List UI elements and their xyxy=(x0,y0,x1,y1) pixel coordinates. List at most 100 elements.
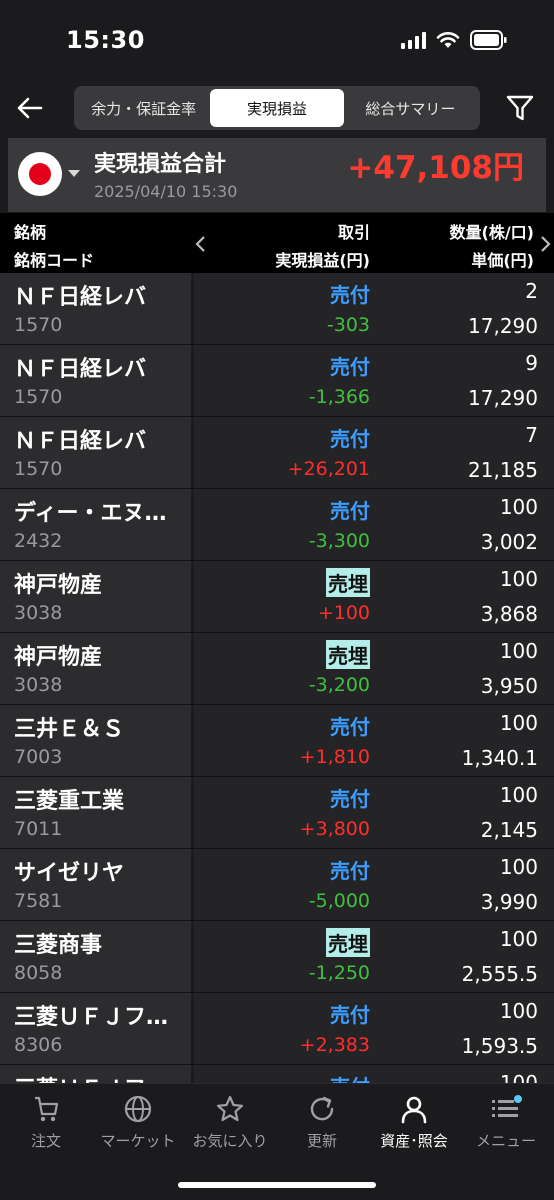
realized-pl-list: ＮＦ日経レバ 1570 売付 -303 2 17,290 ＮＦ日経レバ 1570 売付 -1,36… xyxy=(0,273,554,1083)
table-row[interactable]: 三菱重工業 7011 売付 +3,800 100 2,145 xyxy=(0,777,554,849)
tab-refresh[interactable]: 更新 xyxy=(276,1094,368,1151)
tab-label: マーケット xyxy=(100,1132,176,1150)
trade-type: 売付 xyxy=(330,355,370,379)
unit-price: 17,290 xyxy=(468,314,538,338)
trade-type: 売付 xyxy=(330,787,370,811)
cart-icon xyxy=(35,1096,59,1122)
stock-name: 三菱ＵＦＪフ… xyxy=(14,1071,168,1083)
table-row[interactable]: 三菱ＵＦＪフ… 8306 売付 +2,383 100 1,593.5 xyxy=(0,993,554,1065)
segmented-control: 余力・保証金率 実現損益 総合サマリー xyxy=(74,86,480,130)
tab-menu[interactable]: メニュー xyxy=(460,1094,552,1151)
trade-type: 売付 xyxy=(330,1071,370,1083)
tab-label: 更新 xyxy=(306,1132,337,1150)
unit-price: 1,593.5 xyxy=(461,1034,538,1058)
stock-name: サイゼリヤ xyxy=(14,861,125,886)
cellular-signal-icon xyxy=(401,31,426,49)
realized-pl: -1,366 xyxy=(308,386,370,408)
table-row[interactable]: 三菱商事 8058 売埋 -1,250 100 2,555.5 xyxy=(0,921,554,993)
realized-pl-summary: 実現損益合計 2025/04/10 15:30 +47,108円 xyxy=(8,138,546,212)
stock-code: 1570 xyxy=(14,458,63,480)
tab-label: 注文 xyxy=(30,1132,61,1150)
stock-code: 7581 xyxy=(14,890,63,912)
realized-pl: -5,000 xyxy=(308,890,370,912)
tab-total-summary[interactable]: 総合サマリー xyxy=(344,89,477,127)
header-price: 単価(円) xyxy=(471,251,534,270)
quantity: 100 xyxy=(499,999,538,1023)
quantity: 9 xyxy=(525,351,538,375)
quantity: 100 xyxy=(499,783,538,807)
stock-name: ＮＦ日経レバ xyxy=(14,357,147,382)
stock-name: 三菱ＵＦＪフ… xyxy=(14,1005,169,1030)
realized-pl: -303 xyxy=(326,314,370,336)
trade-type: 売埋 xyxy=(326,568,370,597)
realized-pl: +1,810 xyxy=(299,746,370,768)
table-row[interactable]: 三井Ｅ＆Ｓ 7003 売付 +1,810 100 1,340.1 xyxy=(0,705,554,777)
tab-label: お気に入り xyxy=(192,1132,268,1150)
table-row[interactable]: ＮＦ日経レバ 1570 売付 -303 2 17,290 xyxy=(0,273,554,345)
person-icon xyxy=(401,1096,427,1124)
unit-price: 21,185 xyxy=(468,458,538,482)
tab-favorites[interactable]: お気に入り xyxy=(184,1094,276,1151)
quantity: 100 xyxy=(499,567,538,591)
stock-name: ディー・エヌ… xyxy=(14,501,167,526)
header-qty: 数量(株/口) xyxy=(449,223,534,242)
stock-name: 神戸物産 xyxy=(14,573,103,598)
realized-pl: +26,201 xyxy=(287,458,370,480)
table-row[interactable]: 三菱ＵＦＪフ… 売付 100 xyxy=(0,1065,554,1083)
stock-name: ＮＦ日経レバ xyxy=(14,429,147,454)
japan-flag-icon xyxy=(29,163,51,185)
realized-pl: -1,250 xyxy=(308,962,370,984)
header-code: 銘柄コード xyxy=(14,251,95,270)
stock-code: 1570 xyxy=(14,314,63,336)
stock-name: 三菱商事 xyxy=(14,933,103,958)
stock-name: 三井Ｅ＆Ｓ xyxy=(14,717,125,742)
table-row[interactable]: 神戸物産 3038 売埋 +100 100 3,868 xyxy=(0,561,554,633)
trade-type: 売埋 xyxy=(326,640,370,669)
quantity: 2 xyxy=(525,279,538,303)
trade-type: 売埋 xyxy=(326,928,370,957)
tab-assets[interactable]: 資産･照会 xyxy=(368,1094,460,1151)
caret-down-icon[interactable] xyxy=(68,170,80,177)
header-trade: 取引 xyxy=(337,223,370,242)
filter-button[interactable] xyxy=(504,92,536,124)
table-row[interactable]: 神戸物産 3038 売埋 -3,200 100 3,950 xyxy=(0,633,554,705)
back-arrow-icon xyxy=(17,97,43,119)
tab-label: 資産･照会 xyxy=(380,1132,448,1150)
back-button[interactable] xyxy=(12,90,48,126)
realized-pl: +3,800 xyxy=(299,818,370,840)
tab-order[interactable]: 注文 xyxy=(0,1094,92,1151)
quantity: 100 xyxy=(499,1071,538,1083)
summary-total: +47,108円 xyxy=(347,150,524,186)
tab-margin-rate[interactable]: 余力・保証金率 xyxy=(77,89,210,127)
quantity: 100 xyxy=(499,855,538,879)
unit-price: 3,990 xyxy=(480,890,538,914)
refresh-icon xyxy=(310,1096,334,1121)
realized-pl: +2,383 xyxy=(299,1034,370,1056)
market-selector[interactable] xyxy=(18,152,62,196)
stock-code: 3038 xyxy=(14,674,63,696)
trade-type: 売付 xyxy=(330,859,370,883)
stock-code: 8058 xyxy=(14,962,63,984)
quantity: 100 xyxy=(499,495,538,519)
table-row[interactable]: ＮＦ日経レバ 1570 売付 +26,201 7 21,185 xyxy=(0,417,554,489)
tab-realized-pl[interactable]: 実現損益 xyxy=(210,89,344,127)
quantity: 100 xyxy=(499,639,538,663)
table-row[interactable]: サイゼリヤ 7581 売付 -5,000 100 3,990 xyxy=(0,849,554,921)
chevron-left-icon[interactable] xyxy=(194,235,206,253)
filter-icon xyxy=(506,95,534,121)
header-pl: 実現損益(円) xyxy=(275,251,370,270)
stock-code: 2432 xyxy=(14,530,63,552)
status-bar: 15:30 xyxy=(0,0,554,80)
stock-code: 8306 xyxy=(14,1034,63,1056)
unit-price: 3,950 xyxy=(480,674,538,698)
nav-bar: 余力・保証金率 実現損益 総合サマリー xyxy=(0,80,554,136)
table-row[interactable]: ディー・エヌ… 2432 売付 -3,300 100 3,002 xyxy=(0,489,554,561)
chevron-right-icon[interactable] xyxy=(540,235,552,253)
table-row[interactable]: ＮＦ日経レバ 1570 売付 -1,366 9 17,290 xyxy=(0,345,554,417)
tab-market[interactable]: マーケット xyxy=(92,1094,184,1151)
trade-type: 売付 xyxy=(330,1003,370,1027)
realized-pl: -3,200 xyxy=(308,674,370,696)
stock-name: 神戸物産 xyxy=(14,645,103,670)
tab-label: メニュー xyxy=(475,1132,536,1150)
trade-type: 売付 xyxy=(330,715,370,739)
